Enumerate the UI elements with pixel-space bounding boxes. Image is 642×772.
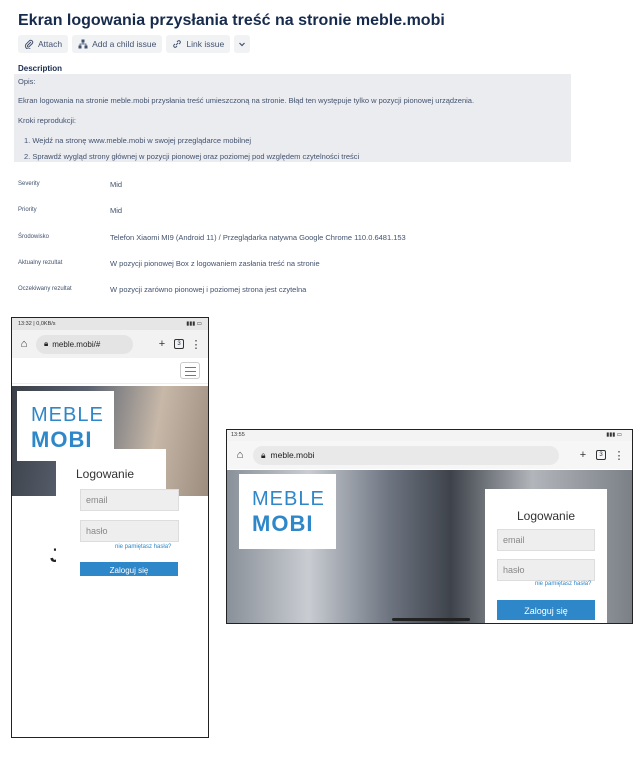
status-bar: 13:55 ▮▮▮ ▭ xyxy=(227,430,632,441)
signal-battery-icon: ▮▮▮ ▭ xyxy=(186,321,202,327)
attach-button[interactable]: Attach xyxy=(18,35,69,53)
login-button[interactable]: Zaloguj się xyxy=(80,562,178,576)
logo-text-bottom: MOBI xyxy=(252,511,314,536)
url-text: meble.mobi/# xyxy=(52,339,101,349)
field-label: Priority xyxy=(18,207,37,213)
add-child-issue-button[interactable]: Add a child issue xyxy=(72,35,163,53)
tabs-count-icon[interactable]: 3 xyxy=(596,450,606,460)
login-title: Logowanie xyxy=(76,467,135,481)
logo-text-top: MEBLE xyxy=(252,488,325,510)
signal-battery-icon: ▮▮▮ ▭ xyxy=(606,432,622,438)
description-box[interactable]: Opis: Ekran logowania na stronie meble.m… xyxy=(14,74,571,162)
issue-toolbar: Attach Add a child issue Link issue xyxy=(18,35,251,53)
lock-icon: 🔒︎ xyxy=(44,339,49,348)
issue-title: Ekran logowania przysłania treść na stro… xyxy=(18,12,445,29)
field-value[interactable]: Mid xyxy=(110,206,122,215)
more-menu-icon[interactable]: ⋮ xyxy=(612,449,626,462)
login-box: Logowanie email hasło nie pamiętasz hasł… xyxy=(485,489,607,623)
field-value[interactable]: Mid xyxy=(110,180,122,189)
tabs-count-icon[interactable]: 3 xyxy=(174,339,184,349)
logo-text-top: MEBLE xyxy=(31,404,104,426)
add-child-label: Add a child issue xyxy=(92,39,157,49)
home-icon[interactable]: ⌂ xyxy=(17,338,31,350)
steps-heading: Kroki reprodukcji: xyxy=(18,116,76,125)
step-item: 1. Wejdź na stronę www.meble.mobi w swoj… xyxy=(24,136,252,145)
gesture-bar xyxy=(392,618,470,621)
field-label: Severity xyxy=(18,181,40,187)
lock-icon: 🔒︎ xyxy=(261,449,266,460)
url-text: meble.mobi xyxy=(270,450,315,460)
more-menu-icon[interactable]: ⋮ xyxy=(189,338,203,351)
browser-toolbar: ⌂ 🔒︎ meble.mobi/# + 3 ⋮ xyxy=(12,330,208,358)
field-label: Środowisko xyxy=(18,234,50,240)
address-bar[interactable]: 🔒︎ meble.mobi/# xyxy=(36,334,133,354)
link-icon xyxy=(173,40,182,48)
login-title: Logowanie xyxy=(517,509,576,523)
link-issue-button[interactable]: Link issue xyxy=(166,35,231,53)
meble-mobi-logo[interactable]: MEBLE MOBI xyxy=(239,474,336,549)
field-label: Aktualny rezultat xyxy=(18,260,63,266)
field-value[interactable]: Telefon Xiaomi MI9 (Android 11) / Przegl… xyxy=(110,233,406,242)
email-field[interactable]: email xyxy=(80,489,179,511)
new-tab-icon[interactable]: + xyxy=(576,449,590,461)
more-actions-button[interactable] xyxy=(234,35,251,53)
login-button[interactable]: Zaloguj się xyxy=(497,600,595,620)
address-bar[interactable]: 🔒︎ meble.mobi xyxy=(253,445,559,465)
site-header xyxy=(12,358,208,384)
forgot-password-link[interactable]: nie pamiętasz hasła? xyxy=(535,581,591,587)
field-label: Oczekiwany rezultat xyxy=(18,286,72,292)
password-field[interactable]: hasło xyxy=(497,559,595,581)
new-tab-icon[interactable]: + xyxy=(155,338,169,350)
description-heading: Description xyxy=(18,64,63,73)
status-bar: 13:32 | 0,0KB/s ▮▮▮ ▭ xyxy=(12,318,208,330)
description-text: Ekran logowania na stronie meble.mobi pr… xyxy=(18,96,475,105)
password-field[interactable]: hasło xyxy=(80,520,179,542)
hierarchy-icon xyxy=(78,39,88,49)
link-issue-label: Link issue xyxy=(186,39,225,49)
home-icon[interactable]: ⌂ xyxy=(233,449,247,461)
landscape-screenshot[interactable]: 13:55 ▮▮▮ ▭ ⌂ 🔒︎ meble.mobi + 3 ⋮ MEBLE … xyxy=(226,429,633,624)
browser-toolbar: ⌂ 🔒︎ meble.mobi + 3 ⋮ xyxy=(227,441,632,469)
status-time: 13:55 xyxy=(231,432,245,438)
step-item: 2. Sprawdź wygląd strony głównej w pozyc… xyxy=(24,152,360,161)
login-box: Logowanie email hasło xyxy=(56,449,179,579)
description-opis: Opis: xyxy=(18,77,36,86)
email-field[interactable]: email xyxy=(497,529,595,551)
portrait-screenshot[interactable]: 13:32 | 0,0KB/s ▮▮▮ ▭ ⌂ 🔒︎ meble.mobi/# … xyxy=(11,317,209,738)
paperclip-icon xyxy=(24,39,34,49)
chevron-down-icon xyxy=(239,42,246,47)
hamburger-menu-icon[interactable] xyxy=(180,362,200,379)
field-value[interactable]: W pozycji pionowej Box z logowaniem zasł… xyxy=(110,259,320,268)
forgot-password-link[interactable]: nie pamiętasz hasła? xyxy=(115,544,171,550)
status-time: 13:32 | 0,0KB/s xyxy=(18,321,56,327)
field-value[interactable]: W pozycji zarówno pionowej i poziomej st… xyxy=(110,285,306,294)
attach-label: Attach xyxy=(38,39,63,49)
